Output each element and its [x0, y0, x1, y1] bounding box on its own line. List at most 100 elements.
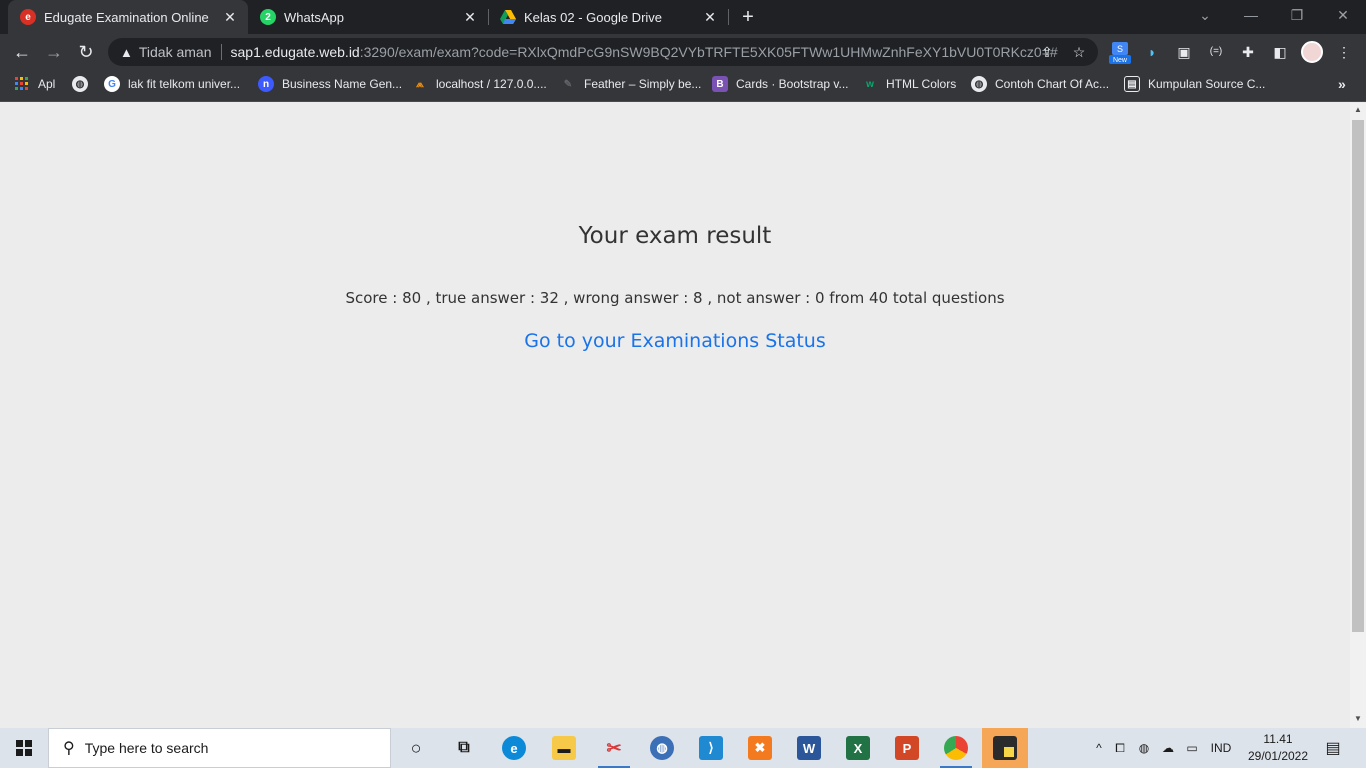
- address-bar[interactable]: ▲ Tidak aman sap1.edugate.web.id:3290/ex…: [108, 38, 1098, 66]
- taskbar-clock[interactable]: 11.41 29/01/2022: [1240, 731, 1316, 765]
- taskbar-excel[interactable]: X: [838, 732, 878, 764]
- bookmark-star-icon[interactable]: ☆: [1070, 43, 1088, 61]
- download-extension-icon[interactable]: ▣: [1174, 42, 1194, 62]
- scroll-up-icon[interactable]: ▲: [1350, 105, 1366, 117]
- taskbar-powerpoint[interactable]: P: [887, 732, 927, 764]
- onedrive-offline-icon[interactable]: ☁: [1156, 741, 1180, 755]
- powerpoint-icon: P: [895, 736, 919, 760]
- divider: [220, 44, 222, 60]
- bookmark-chart-of-accounts[interactable]: ◍ Contoh Chart Of Ac...: [971, 70, 1109, 98]
- extension-new-icon[interactable]: S New: [1109, 42, 1131, 64]
- bookmark-feather[interactable]: ✎ Feather – Simply be...: [560, 70, 702, 98]
- phpmyadmin-icon: ⩕: [416, 78, 424, 90]
- task-view-icon: ⧉: [458, 739, 470, 756]
- close-icon[interactable]: ✕: [220, 9, 240, 26]
- audio-extension-icon[interactable]: ◗: [1142, 42, 1162, 62]
- whatsapp-icon: 2: [260, 9, 276, 25]
- forward-button[interactable]: →: [42, 40, 66, 64]
- bookmark-business-name[interactable]: n Business Name Gen...: [258, 70, 402, 98]
- battery-icon[interactable]: ▭: [1180, 741, 1204, 755]
- restore-button[interactable]: ❐: [1274, 0, 1320, 34]
- warning-icon[interactable]: ▲: [120, 45, 133, 60]
- clock-date: 29/01/2022: [1247, 749, 1309, 763]
- tab-title: Edugate Examination Online: [44, 9, 209, 25]
- bootstrap-icon: B: [712, 76, 728, 92]
- bookmark-source-code[interactable]: ▤ Kumpulan Source C...: [1124, 70, 1265, 98]
- task-view-button[interactable]: ⧉: [444, 732, 484, 764]
- tab-search-icon[interactable]: ⌄: [1182, 0, 1228, 34]
- extension-badge: New: [1113, 57, 1128, 64]
- bookmarks-overflow-button[interactable]: »: [1338, 70, 1346, 98]
- google-icon: G: [104, 76, 120, 92]
- scrollbar-thumb[interactable]: [1352, 120, 1364, 632]
- language-indicator[interactable]: IND: [1204, 741, 1238, 755]
- taskbar-edge[interactable]: e: [494, 732, 534, 764]
- close-window-button[interactable]: ✕: [1320, 0, 1366, 34]
- minimize-button[interactable]: —: [1228, 0, 1274, 34]
- vscode-icon: ⟩: [699, 736, 723, 760]
- tab-google-drive[interactable]: Kelas 02 - Google Drive ✕: [488, 0, 728, 34]
- puzzle-extensions-icon[interactable]: ✚: [1238, 42, 1258, 62]
- taskbar-search-box[interactable]: ⚲ Type here to search: [48, 728, 391, 768]
- security-label[interactable]: Tidak aman: [139, 44, 212, 60]
- new-tab-button[interactable]: +: [736, 5, 760, 29]
- url-host: sap1.edugate.web.id: [230, 44, 360, 60]
- reload-button[interactable]: ↻: [74, 40, 98, 64]
- start-button[interactable]: [0, 728, 48, 768]
- globe-icon: ◍: [72, 76, 88, 92]
- bookmark-label: localhost / 127.0.0....: [436, 77, 547, 91]
- url-text[interactable]: sap1.edugate.web.id:3290/exam/exam?code=…: [231, 44, 1058, 60]
- tab-whatsapp[interactable]: 2 WhatsApp ✕: [248, 0, 488, 34]
- page-content: Your exam result Score : 80 , true answe…: [0, 103, 1350, 728]
- share-icon[interactable]: ⇪: [1038, 43, 1056, 61]
- bookmark-label: lak fit telkom univer...: [128, 77, 241, 91]
- taskbar-chrome[interactable]: [936, 732, 976, 768]
- bookmark-bootstrap[interactable]: B Cards · Bootstrap v...: [712, 70, 848, 98]
- bookmark-apps[interactable]: Apl: [14, 70, 55, 98]
- bookmark-globe[interactable]: ◍: [72, 70, 96, 98]
- namelix-icon: n: [258, 76, 274, 92]
- menu-kebab-icon[interactable]: ⋮: [1334, 42, 1354, 62]
- code-extension-icon[interactable]: (=): [1206, 42, 1226, 62]
- tab-edugate[interactable]: e Edugate Examination Online ✕: [8, 0, 248, 34]
- close-icon[interactable]: ✕: [460, 9, 480, 26]
- bookmarks-bar: Apl ◍ G lak fit telkom univer... n Busin…: [0, 70, 1366, 102]
- profile-avatar[interactable]: [1301, 41, 1323, 63]
- examinations-status-link[interactable]: Go to your Examinations Status: [0, 330, 1350, 352]
- bookmark-label: Kumpulan Source C...: [1148, 77, 1266, 91]
- browser-toolbar: ← → ↻ ▲ Tidak aman sap1.edugate.web.id:3…: [0, 34, 1366, 70]
- tab-title: Kelas 02 - Google Drive: [524, 9, 663, 25]
- taskbar-vscode[interactable]: ⟩: [691, 732, 731, 764]
- scroll-down-icon[interactable]: ▼: [1350, 714, 1366, 726]
- network-globe-icon[interactable]: ◍: [1132, 741, 1156, 755]
- system-tray: ^ ⧠ ◍ ☁ ▭ IND: [1090, 728, 1238, 768]
- taskbar-xampp[interactable]: ✖: [740, 732, 780, 764]
- taskbar-globe-app[interactable]: ◍: [642, 732, 682, 764]
- bookmark-localhost[interactable]: ⩕ localhost / 127.0.0....: [412, 70, 547, 98]
- bookmark-label: HTML Colors: [886, 77, 957, 91]
- score-summary: Score : 80 , true answer : 32 , wrong an…: [345, 289, 1005, 307]
- search-icon: ⚲: [63, 740, 75, 757]
- bookmark-label: Apl: [38, 77, 56, 91]
- taskbar-word[interactable]: W: [789, 732, 829, 764]
- back-button[interactable]: ←: [10, 40, 34, 64]
- taskbar-sticky-notes[interactable]: [982, 728, 1028, 768]
- page-scrollbar[interactable]: ▲ ▼: [1350, 103, 1366, 728]
- cortana-button[interactable]: ○: [396, 732, 436, 764]
- bookmark-telkom[interactable]: G lak fit telkom univer...: [104, 70, 240, 98]
- windows-taskbar: ⚲ Type here to search ○ ⧉ e ▬ ✂ ◍ ⟩ ✖ W …: [0, 728, 1366, 768]
- side-panel-icon[interactable]: ◧: [1270, 42, 1290, 62]
- feather-icon: ✎: [563, 78, 573, 90]
- show-hidden-icons-icon[interactable]: ^: [1090, 741, 1108, 755]
- clock-time: 11.41: [1263, 732, 1293, 746]
- w3schools-icon: w: [866, 78, 874, 90]
- bookmark-label: Contoh Chart Of Ac...: [995, 77, 1110, 91]
- notifications-icon[interactable]: ▤: [1322, 728, 1344, 768]
- close-icon[interactable]: ✕: [700, 9, 720, 26]
- tab-separator: [728, 9, 729, 25]
- word-icon: W: [797, 736, 821, 760]
- taskbar-snipping-tool[interactable]: ✂: [594, 732, 634, 768]
- bookmark-html-colors[interactable]: w HTML Colors: [862, 70, 956, 98]
- device-icon[interactable]: ⧠: [1108, 741, 1132, 756]
- taskbar-file-explorer[interactable]: ▬: [544, 732, 584, 764]
